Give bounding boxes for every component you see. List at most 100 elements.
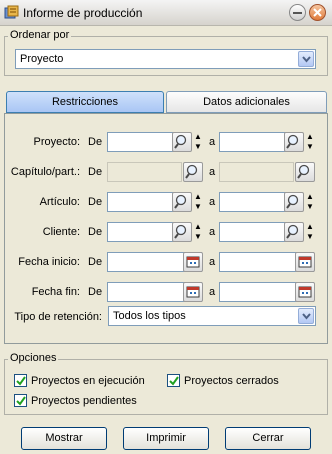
fecha-inicio-a-label: a	[209, 256, 216, 268]
capitulo-from-search-button[interactable]	[183, 162, 203, 182]
articulo-from-search-button[interactable]	[172, 192, 192, 212]
fecha-inicio-de-label: De	[88, 256, 103, 268]
checkbox-proyectos-pendientes[interactable]	[14, 394, 27, 407]
proyecto-from-search-button[interactable]	[172, 132, 192, 152]
calendar-icon	[186, 256, 200, 268]
spin-up-icon[interactable]: ▲	[305, 192, 315, 202]
articulo-to-input[interactable]	[219, 192, 294, 212]
magnifier-icon	[286, 224, 299, 239]
cliente-to-search-button[interactable]	[284, 222, 304, 242]
dropdown-arrow-button[interactable]	[298, 51, 314, 67]
spin-down-icon[interactable]: ▼	[193, 232, 203, 242]
fecha-fin-de-label: De	[88, 286, 103, 298]
close-icon	[313, 8, 322, 17]
articulo-from-spinner[interactable]: ▲ ▼	[193, 192, 203, 212]
title-bar: Informe de producción	[0, 0, 332, 26]
articulo-a-label: a	[209, 196, 216, 208]
mostrar-button[interactable]: Mostrar	[21, 427, 107, 450]
app-icon	[4, 5, 19, 19]
close-button[interactable]	[309, 4, 326, 21]
checkbox-proyectos-cerrados[interactable]	[167, 374, 180, 387]
proyecto-from-input[interactable]	[107, 132, 182, 152]
spin-up-icon[interactable]: ▲	[305, 132, 315, 142]
proyecto-to-input[interactable]	[219, 132, 294, 152]
ordenar-select[interactable]: Proyecto	[15, 49, 316, 69]
cliente-label: Cliente:	[42, 226, 80, 238]
chevron-down-icon	[302, 56, 311, 63]
proyecto-to-search-button[interactable]	[284, 132, 304, 152]
spin-up-icon[interactable]: ▲	[193, 132, 203, 142]
proyecto-to-spinner[interactable]: ▲ ▼	[305, 132, 315, 152]
cliente-from-spinner[interactable]: ▲ ▼	[193, 222, 203, 242]
cliente-from-input[interactable]	[107, 222, 182, 242]
checkbox-proyectos-en-ejecucion[interactable]	[14, 374, 27, 387]
fecha-inicio-from-calendar-button[interactable]	[183, 252, 203, 272]
proyectos-pendientes-label: Proyectos pendientes	[31, 395, 137, 407]
tipo-retencion-select[interactable]: Todos los tipos	[108, 306, 316, 326]
fecha-inicio-label: Fecha inicio:	[18, 256, 80, 268]
fecha-fin-to-calendar-button[interactable]	[295, 282, 315, 302]
magnifier-icon	[174, 194, 187, 209]
proyecto-from-spinner[interactable]: ▲ ▼	[193, 132, 203, 152]
proyectos-cerrados-label: Proyectos cerrados	[184, 375, 279, 387]
capitulo-from-input	[107, 162, 182, 182]
opciones-legend: Opciones	[8, 352, 59, 364]
checkmark-icon	[16, 396, 26, 406]
proyectos-en-ejecucion-label: Proyectos en ejecución	[31, 375, 145, 387]
fecha-inicio-to-calendar-button[interactable]	[295, 252, 315, 272]
spin-up-icon[interactable]: ▲	[305, 222, 315, 232]
cliente-de-label: De	[88, 226, 103, 238]
articulo-label: Artículo:	[39, 196, 80, 208]
proyecto-label: Proyecto:	[33, 136, 80, 148]
articulo-from-input[interactable]	[107, 192, 182, 212]
calendar-icon	[298, 286, 312, 298]
tipo-retencion-value: Todos los tipos	[113, 310, 186, 322]
capitulo-a-label: a	[209, 166, 216, 178]
spin-down-icon[interactable]: ▼	[305, 142, 315, 152]
ordenar-legend: Ordenar por	[8, 29, 72, 41]
magnifier-icon	[185, 164, 198, 179]
articulo-to-search-button[interactable]	[284, 192, 304, 212]
capitulo-to-input	[219, 162, 294, 182]
ordenar-value: Proyecto	[20, 53, 64, 65]
proyecto-a-label: a	[209, 136, 216, 148]
articulo-to-spinner[interactable]: ▲ ▼	[305, 192, 315, 212]
dropdown-arrow-button[interactable]	[298, 308, 314, 324]
spin-down-icon[interactable]: ▼	[305, 202, 315, 212]
cliente-to-input[interactable]	[219, 222, 294, 242]
cliente-from-search-button[interactable]	[172, 222, 192, 242]
fecha-fin-from-calendar-button[interactable]	[183, 282, 203, 302]
chevron-down-icon	[302, 313, 311, 320]
capitulo-de-label: De	[88, 166, 103, 178]
magnifier-icon	[297, 164, 310, 179]
spin-up-icon[interactable]: ▲	[193, 222, 203, 232]
window-title: Informe de producción	[23, 6, 143, 20]
cerrar-button[interactable]: Cerrar	[225, 427, 311, 450]
minimize-icon	[293, 12, 302, 14]
checkmark-icon	[16, 376, 26, 386]
calendar-icon	[298, 256, 312, 268]
cliente-a-label: a	[209, 226, 216, 238]
magnifier-icon	[174, 134, 187, 149]
capitulo-to-search-button[interactable]	[295, 162, 315, 182]
magnifier-icon	[174, 224, 187, 239]
magnifier-icon	[286, 134, 299, 149]
magnifier-icon	[286, 194, 299, 209]
cliente-to-spinner[interactable]: ▲ ▼	[305, 222, 315, 242]
capitulo-label: Capítulo/part.:	[10, 166, 80, 178]
tab-datos-adicionales[interactable]: Datos adicionales	[166, 91, 327, 113]
spin-down-icon[interactable]: ▼	[193, 142, 203, 152]
tipo-retencion-label: Tipo de retención:	[14, 311, 102, 323]
fecha-fin-a-label: a	[209, 286, 216, 298]
minimize-button[interactable]	[289, 4, 306, 21]
spin-down-icon[interactable]: ▼	[193, 202, 203, 212]
spin-up-icon[interactable]: ▲	[193, 192, 203, 202]
imprimir-button[interactable]: Imprimir	[123, 427, 209, 450]
fecha-fin-label: Fecha fin:	[31, 286, 80, 298]
articulo-de-label: De	[88, 196, 103, 208]
proyecto-de-label: De	[88, 136, 103, 148]
tab-restricciones[interactable]: Restricciones	[6, 91, 164, 113]
checkmark-icon	[169, 376, 179, 386]
spin-down-icon[interactable]: ▼	[305, 232, 315, 242]
calendar-icon	[186, 286, 200, 298]
